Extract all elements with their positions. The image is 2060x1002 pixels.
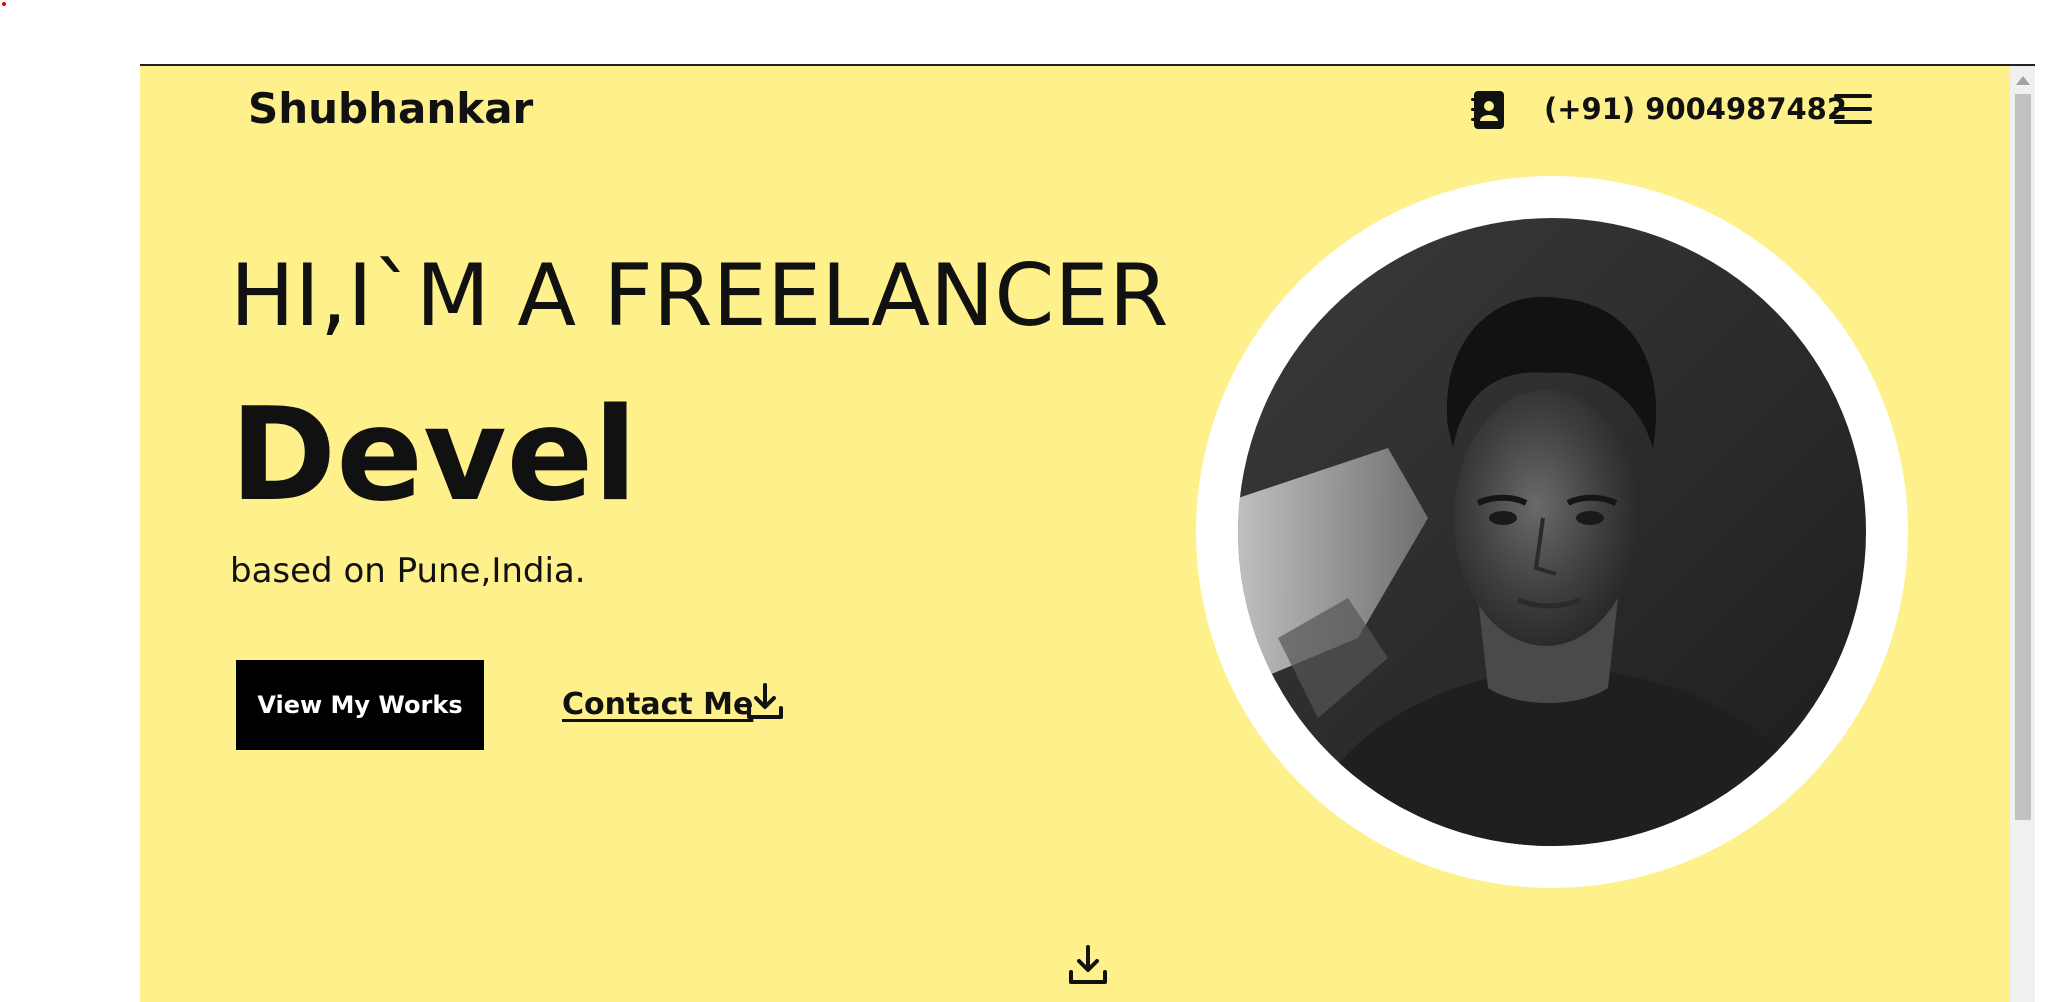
contact-me-link[interactable]: Contact Me — [562, 687, 753, 722]
scroll-up-arrow-icon[interactable] — [2016, 76, 2030, 85]
download-icon[interactable] — [746, 682, 784, 722]
cursor-dot — [2, 2, 6, 6]
hero-page: Shubhankar (+91) 9004987482 HI,I`M A FRE… — [140, 66, 2033, 1002]
contact-book-icon[interactable] — [1470, 90, 1506, 130]
hero-location: based on Pune,India. — [230, 551, 586, 591]
vertical-scrollbar[interactable] — [2010, 66, 2035, 1002]
browser-viewport: Shubhankar (+91) 9004987482 HI,I`M A FRE… — [140, 64, 2035, 1002]
phone-number[interactable]: (+91) 9004987482 — [1544, 92, 1847, 126]
site-logo[interactable]: Shubhankar — [248, 84, 533, 133]
scrollbar-thumb[interactable] — [2015, 94, 2031, 820]
hero-headline: HI,I`M A FREELANCER — [230, 246, 1169, 346]
hero-role-typing: Devel — [230, 381, 638, 530]
scroll-down-icon[interactable] — [1068, 944, 1108, 986]
view-my-works-button[interactable]: View My Works — [236, 660, 484, 750]
profile-photo — [1238, 218, 1866, 846]
hamburger-menu-icon[interactable] — [1834, 92, 1874, 126]
